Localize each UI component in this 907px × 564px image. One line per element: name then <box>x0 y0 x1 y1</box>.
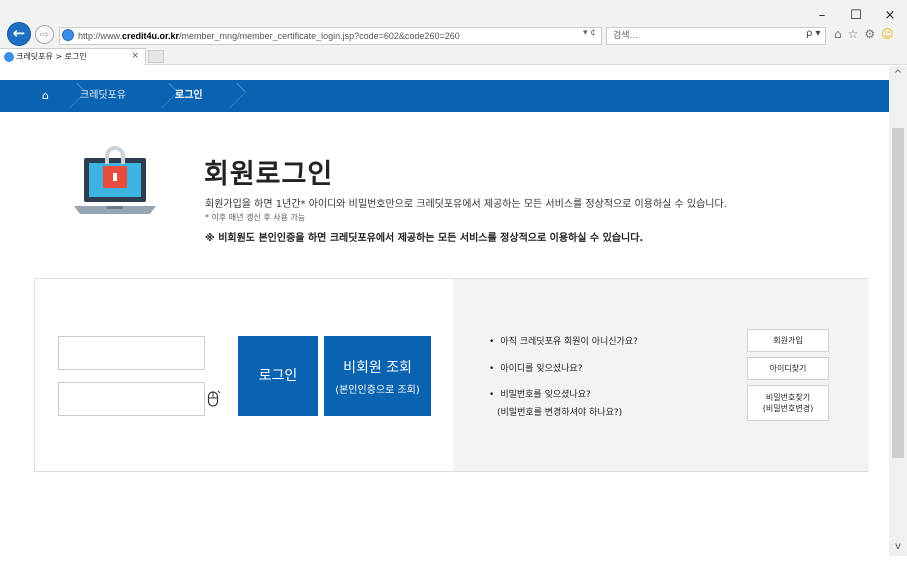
page-viewport: ⌂ 크레딧포유 로그인 회원로그인 회원가입을 하면 1년간* 아이디와 비밀번… <box>0 66 889 556</box>
page-title: 회원로그인 <box>204 159 334 190</box>
find-id-button[interactable]: 아이디찾기 <box>747 357 829 380</box>
chevron-right-icon <box>222 80 238 112</box>
home-nav-icon[interactable]: ⌂ <box>42 80 49 112</box>
help-panel: • 아직 크레딧포유 회원이 아니신가요? • 아이디를 잊으셨나요? • 비밀번호를… <box>453 279 869 471</box>
back-button[interactable]: ← <box>7 22 31 46</box>
ie-page-icon <box>62 29 74 41</box>
settings-gear-icon[interactable]: ⚙ <box>864 27 875 41</box>
chevron-right-icon <box>62 80 78 112</box>
address-path: /member_mng/member_certificate_login.jsp… <box>179 31 460 41</box>
password-input[interactable] <box>58 382 205 416</box>
tab-bar: 크레딧포유 > 로그인 × <box>0 48 907 65</box>
signup-button[interactable]: 회원가입 <box>747 329 829 352</box>
find-password-button[interactable]: 비밀번호찾기 (비밀번호변경) <box>747 385 829 421</box>
forward-button[interactable]: ⇨ <box>35 25 54 44</box>
address-bar[interactable]: http://www.credit4u.or.kr/member_mng/mem… <box>59 27 602 45</box>
search-input[interactable]: 검색... <box>606 27 826 45</box>
help-item-find-id: • 아이디를 잊으셨나요? <box>489 361 582 374</box>
help-item-change-password: (비밀번호를 변경하셔야 하나요?) <box>497 408 623 418</box>
favorites-icon[interactable]: ☆ <box>848 27 859 41</box>
bullet: • <box>489 337 495 347</box>
description-note: * 이후 매년 갱신 후 사용 가능 <box>205 213 306 222</box>
tab-current[interactable]: 크레딧포유 > 로그인 × <box>0 48 146 65</box>
scroll-down-icon[interactable]: v <box>889 538 907 556</box>
non-member-lookup-label: 비회원 조회 <box>343 360 412 376</box>
help-item-signup: • 아직 크레딧포유 회원이 아니신가요? <box>489 334 638 347</box>
help-text: 비밀번호를 잊으셨나요? <box>500 390 591 400</box>
mouse-keyboard-icon[interactable] <box>207 390 221 408</box>
help-text: 아직 크레딧포유 회원이 아니신가요? <box>500 337 638 347</box>
scroll-thumb[interactable] <box>892 128 904 458</box>
title-bar: – ☐ × ← ⇨ http://www.credit4u.or.kr/memb… <box>0 0 907 48</box>
help-item-find-password: • 비밀번호를 잊으셨나요? <box>489 387 591 400</box>
description-text: 회원가입을 하면 1년간* 아이디와 비밀번호만으로 크레딧포유에서 제공하는 … <box>205 199 727 210</box>
breadcrumb-login[interactable]: 로그인 <box>175 80 203 112</box>
help-text: 아이디를 잊으셨나요? <box>500 364 583 374</box>
id-input[interactable] <box>58 336 205 370</box>
bullet: • <box>489 364 495 374</box>
maximize-icon[interactable]: ☐ <box>849 9 863 22</box>
browser-window: – ☐ × ← ⇨ http://www.credit4u.or.kr/memb… <box>0 0 907 564</box>
ie-tab-icon <box>4 52 14 62</box>
find-password-label: 비밀번호찾기 <box>765 393 811 402</box>
refresh-icon[interactable]: ▾ ¢ <box>583 28 596 38</box>
login-box: 로그인 비회원 조회 (본인인증으로 조회) • 아직 크레딧포유 회원이 아니신… <box>34 278 869 472</box>
login-button[interactable]: 로그인 <box>238 336 318 416</box>
vertical-scrollbar[interactable]: ^ v <box>889 66 907 556</box>
tab-close-icon[interactable]: × <box>131 49 139 64</box>
scroll-up-icon[interactable]: ^ <box>889 66 907 84</box>
chevron-right-icon <box>154 80 170 112</box>
toolbar-icons: ⌂ ☆ ⚙ ☺ <box>834 27 894 41</box>
window-controls: – ☐ × <box>815 9 897 22</box>
status-strip <box>0 556 907 564</box>
smiley-feedback-icon[interactable]: ☺ <box>881 27 894 41</box>
bullet: • <box>489 390 495 400</box>
search-icon[interactable]: ρ ▾ <box>806 28 821 39</box>
non-member-lookup-button[interactable]: 비회원 조회 (본인인증으로 조회) <box>324 336 431 416</box>
tab-title: 크레딧포유 > 로그인 <box>16 52 87 61</box>
home-icon[interactable]: ⌂ <box>834 27 842 41</box>
breadcrumb: ⌂ 크레딧포유 로그인 <box>0 80 889 112</box>
laptop-lock-icon <box>74 146 156 214</box>
close-window-icon[interactable]: × <box>883 9 897 22</box>
non-member-lookup-sublabel: (본인인증으로 조회) <box>335 385 420 396</box>
non-member-notice: ※ 비회원도 본인인증을 하면 크레딧포유에서 제공하는 모든 서비스를 정상적… <box>205 233 644 244</box>
minimize-icon[interactable]: – <box>815 9 829 22</box>
address-prefix: http://www. <box>78 31 123 41</box>
address-host: credit4u.or.kr <box>122 31 180 41</box>
change-password-label: (비밀번호변경) <box>762 404 814 413</box>
breadcrumb-creditforyou[interactable]: 크레딧포유 <box>80 80 126 112</box>
new-tab-button[interactable] <box>148 50 164 63</box>
